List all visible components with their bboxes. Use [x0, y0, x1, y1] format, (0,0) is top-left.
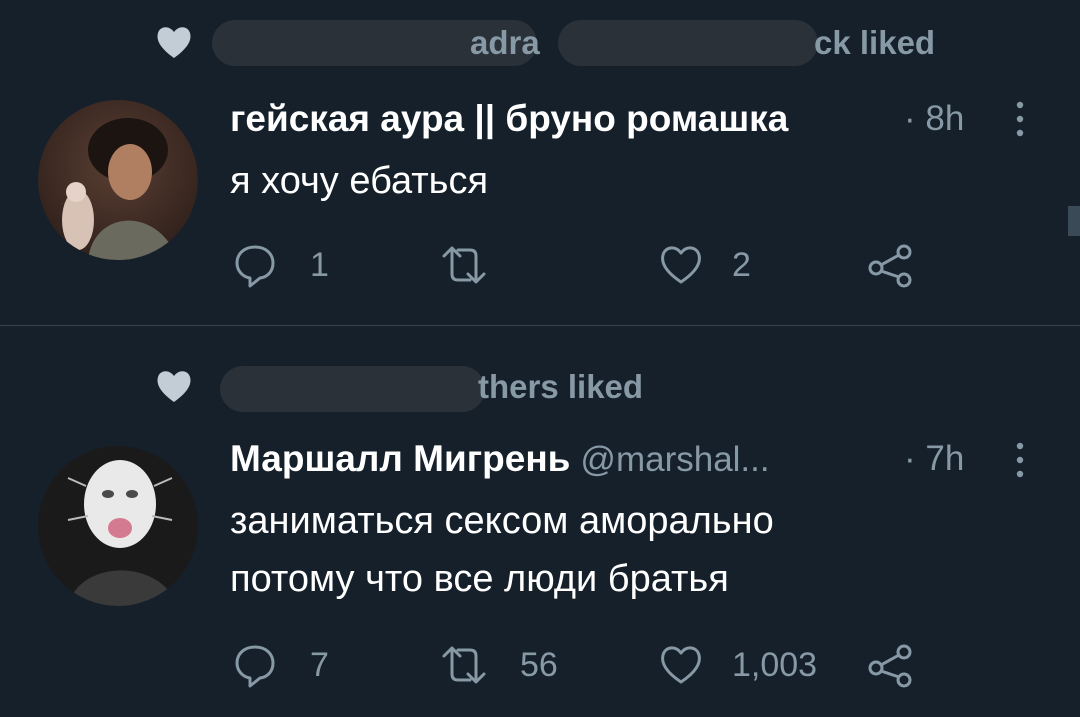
like-button[interactable]: 2 — [656, 240, 796, 290]
heart-outline-icon — [661, 646, 701, 684]
tweet[interactable]: thers liked Маршалл Мигрень @marshal... ·… — [0, 326, 1080, 717]
social-context-text: ck liked — [814, 24, 936, 61]
avatar-image — [38, 446, 198, 606]
reply-icon — [235, 245, 275, 288]
author-row: Маршалл Мигрень @marshal... — [230, 436, 770, 482]
timestamp[interactable]: · 7h — [904, 436, 964, 482]
retweet-button[interactable]: 56 — [436, 640, 586, 690]
more-options-icon[interactable] — [1012, 440, 1028, 480]
more-options-icon[interactable] — [1012, 99, 1028, 139]
share-button[interactable] — [866, 240, 916, 290]
tweet-text: заниматься сексом аморально потому что в… — [230, 500, 774, 600]
retweet-icon — [442, 646, 486, 684]
reply-icon — [235, 645, 275, 688]
timestamp[interactable]: · 8h — [904, 96, 964, 142]
author-name[interactable]: Маршалл Мигрень — [230, 438, 570, 479]
tweet-text: я хочу ебаться — [230, 160, 489, 202]
redacted-username — [220, 366, 485, 412]
author-handle[interactable]: @marshal... — [580, 440, 769, 479]
retweet-count: 56 — [520, 646, 558, 684]
social-context-text: adra — [470, 24, 540, 61]
reply-button[interactable]: 7 — [232, 640, 352, 690]
avatar[interactable] — [38, 446, 198, 606]
like-count: 1,003 — [732, 646, 818, 684]
share-icon — [868, 644, 912, 688]
like-button[interactable]: 1,003 — [656, 640, 846, 690]
redacted-username — [558, 20, 818, 66]
social-context[interactable]: adra ck liked — [152, 20, 972, 70]
heart-filled-icon — [157, 27, 191, 58]
scrollbar-thumb[interactable] — [1068, 206, 1080, 236]
avatar-image — [38, 100, 198, 260]
retweet-button[interactable] — [436, 240, 556, 290]
retweet-icon — [442, 246, 486, 284]
reply-button[interactable]: 1 — [232, 240, 352, 290]
avatar[interactable] — [38, 100, 198, 260]
social-context-text: thers liked — [478, 368, 644, 405]
reply-count: 7 — [310, 646, 329, 684]
share-button[interactable] — [866, 640, 916, 690]
social-context[interactable]: thers liked — [152, 364, 712, 414]
like-count: 2 — [732, 246, 751, 284]
author-name[interactable]: гейская аура || бруно ромашка — [230, 98, 788, 139]
author-row: гейская аура || бруно ромашка — [230, 96, 788, 142]
share-icon — [868, 244, 912, 288]
tweet[interactable]: adra ck liked гейская аура || бруно рома… — [0, 0, 1080, 326]
reply-count: 1 — [310, 246, 329, 284]
heart-filled-icon — [157, 371, 191, 402]
heart-outline-icon — [661, 246, 701, 284]
